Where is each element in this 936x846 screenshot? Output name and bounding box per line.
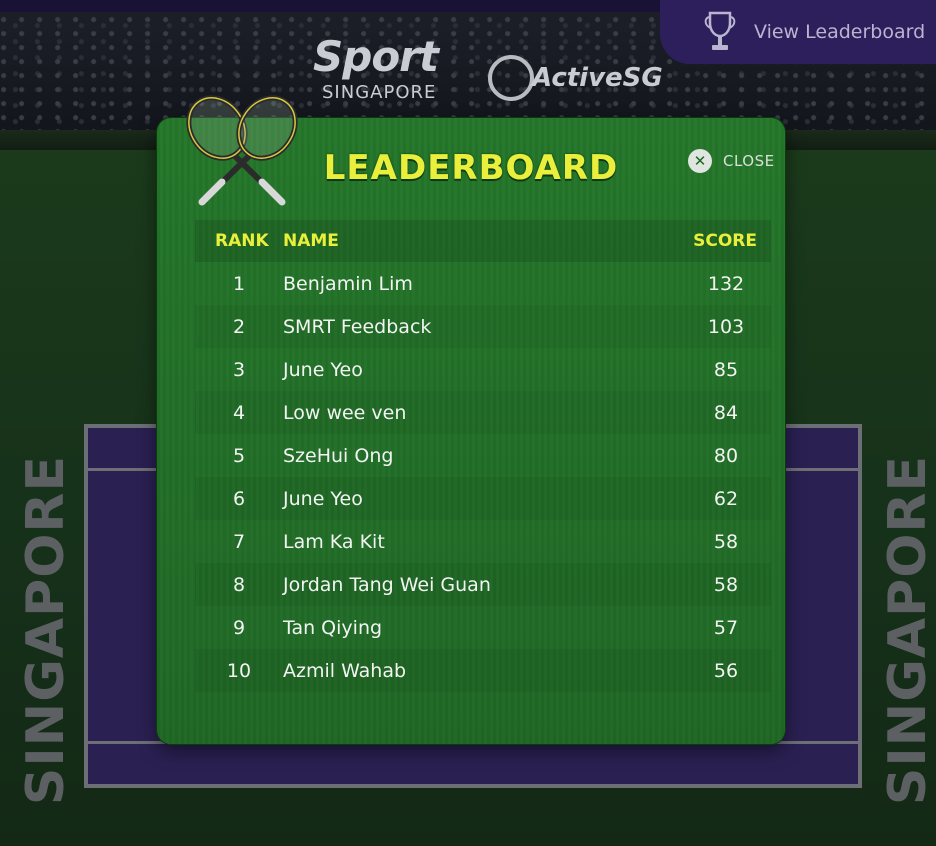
score-cell: 84 [713,401,739,424]
rank-cell: 8 [232,573,246,596]
name-cell: June Yeo [283,487,363,510]
activesg-ring-icon [488,55,534,101]
rank-cell: 3 [232,358,246,381]
close-label: CLOSE [723,152,775,170]
score-cell: 56 [713,659,739,682]
score-cell: 62 [713,487,739,510]
column-header-score: SCORE [693,231,757,251]
name-cell: Jordan Tang Wei Guan [283,573,491,596]
leaderboard-table: RANK NAME SCORE 1 Benjamin Lim 132 2 SMRT F… [195,220,771,692]
score-cell: 57 [713,616,739,639]
court-side-text-right: SINGAPORE [878,455,936,806]
activesg-logo: ActiveSG [488,55,663,101]
table-row: 10 Azmil Wahab 56 [195,649,771,692]
rank-cell: 10 [226,659,252,682]
table-row: 8 Jordan Tang Wei Guan 58 [195,563,771,606]
close-icon: ✕ [688,149,712,173]
name-cell: Low wee ven [283,401,407,424]
rank-cell: 9 [232,616,246,639]
name-cell: Lam Ka Kit [283,530,385,553]
score-cell: 103 [707,315,745,338]
table-row: 9 Tan Qiying 57 [195,606,771,649]
name-cell: SzeHui Ong [283,444,394,467]
table-row: 7 Lam Ka Kit 58 [195,520,771,563]
view-leaderboard-label: View Leaderboard [754,21,926,43]
view-leaderboard-button[interactable]: View Leaderboard [660,0,936,64]
rank-cell: 4 [232,401,246,424]
table-row: 4 Low wee ven 84 [195,391,771,434]
table-row: 1 Benjamin Lim 132 [195,262,771,305]
sport-singapore-logo: Sport [313,32,439,81]
score-cell: 85 [713,358,739,381]
name-cell: Azmil Wahab [283,659,407,682]
sport-singapore-logo-sub: SINGAPORE [322,82,437,103]
score-cell: 132 [707,272,745,295]
score-cell: 58 [713,530,739,553]
table-row: 5 SzeHui Ong 80 [195,434,771,477]
name-cell: Tan Qiying [283,616,383,639]
table-row: 2 SMRT Feedback 103 [195,305,771,348]
court-side-text-left: SINGAPORE [16,455,76,806]
score-cell: 58 [713,573,739,596]
table-body: 1 Benjamin Lim 132 2 SMRT Feedback 103 3 June… [195,262,771,692]
table-row: 6 June Yeo 62 [195,477,771,520]
rank-cell: 5 [232,444,246,467]
activesg-logo-text: ActiveSG [532,63,663,93]
rank-cell: 6 [232,487,246,510]
score-cell: 80 [713,444,739,467]
table-row: 3 June Yeo 85 [195,348,771,391]
trophy-icon [702,9,738,55]
rank-cell: 7 [232,530,246,553]
table-header: RANK NAME SCORE [195,220,771,262]
leaderboard-modal: LEADERBOARD ✕ CLOSE RANK NAME SCORE 1 Ben… [157,95,785,744]
name-cell: Benjamin Lim [283,272,413,295]
column-header-rank: RANK [215,231,269,251]
column-header-name: NAME [283,231,339,251]
name-cell: June Yeo [283,358,363,381]
rank-cell: 1 [232,272,246,295]
name-cell: SMRT Feedback [283,315,432,338]
close-button[interactable]: ✕ CLOSE [688,149,775,173]
rank-cell: 2 [232,315,246,338]
